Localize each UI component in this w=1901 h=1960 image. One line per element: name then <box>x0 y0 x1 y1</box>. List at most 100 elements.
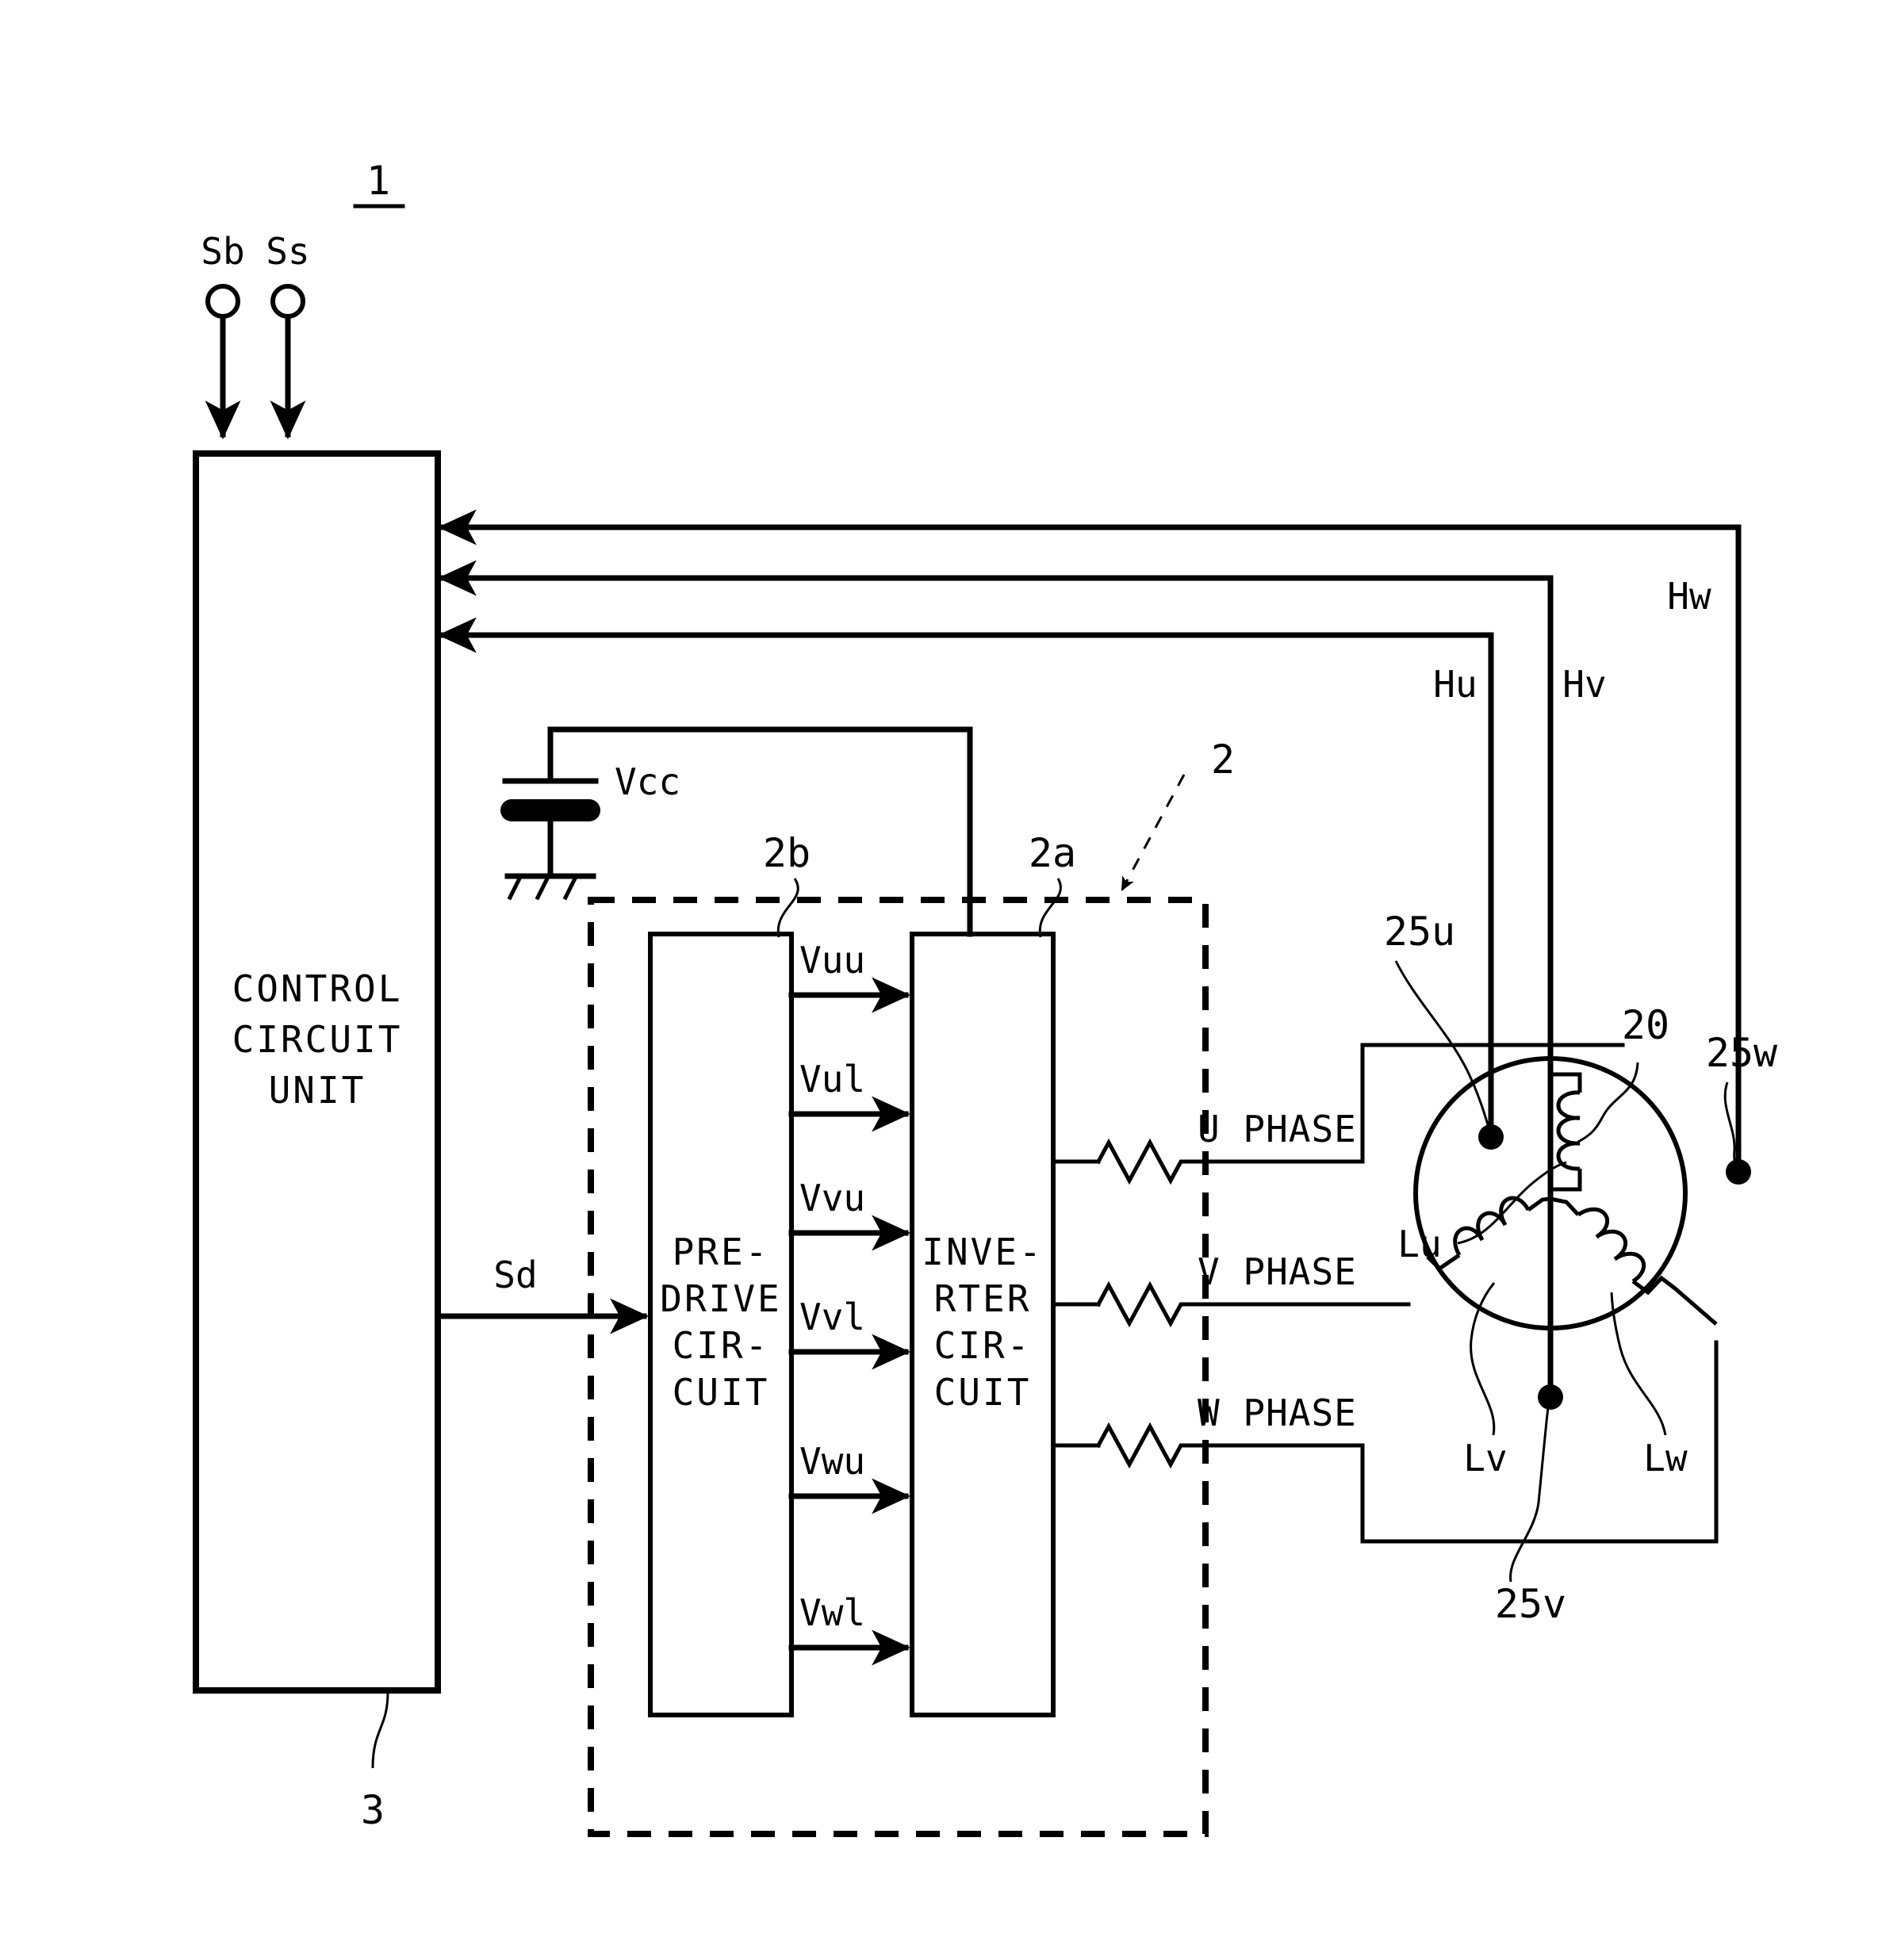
hall-v-signal-label: Hv <box>1562 663 1606 706</box>
predrive-line-2: DRIVE <box>660 1277 781 1320</box>
control-circuit-unit-line-2: CIRCUIT <box>232 1018 403 1061</box>
winding-label-lv-text: Lv <box>1463 1437 1507 1480</box>
ground-hatch-3-icon <box>562 875 578 901</box>
callout-20-leader <box>1577 1062 1639 1143</box>
v-phase-label: V PHASE <box>1198 1250 1357 1293</box>
input-terminal-ss-label: Ss <box>266 230 309 273</box>
predrive-circuit-block[interactable]: PRE- DRIVE CIR- CUIT <box>648 932 794 1717</box>
vcc-label: Vcc <box>615 760 680 803</box>
winding-label-lw-leader <box>1610 1292 1667 1436</box>
terminal-circle-icon[interactable] <box>205 284 240 319</box>
input-terminal-sb[interactable]: Sb <box>201 230 245 440</box>
predrive-line-4: CUIT <box>673 1371 770 1414</box>
winding-lu-lead-top <box>1548 1061 1582 1093</box>
callout-hall-u-ref-text: 25u <box>1384 909 1455 955</box>
callout-hall-w-ref-text: 25w <box>1706 1030 1778 1076</box>
figure-diagram: 1 Sb Ss CONTROL CIRCUIT UNIT 3 Hu Hv Hw … <box>0 0 1901 1960</box>
inverter-line-3: CIR- <box>934 1324 1032 1367</box>
hall-u-feedback-wire: Hu <box>437 617 1504 1150</box>
ground-hatch-2-icon <box>535 875 550 901</box>
predrive-line-1: PRE- <box>673 1231 770 1273</box>
u-phase-resistor-icon <box>1095 1138 1200 1185</box>
winding-lu-coil-icon <box>1556 1090 1581 1171</box>
callout-driver-unit-ref: 2 <box>1121 737 1235 891</box>
inverter-line-4: CUIT <box>934 1371 1032 1414</box>
callout-hall-w-leader <box>1723 1081 1738 1166</box>
callout-2-leader <box>1121 774 1186 891</box>
winding-lw-coil-icon <box>1577 1207 1646 1284</box>
callout-predrive-ref-text: 2b <box>763 830 811 876</box>
callout-predrive-ref: 2b <box>763 830 811 938</box>
winding-lu-lead-bottom <box>1548 1169 1582 1199</box>
gate-signal-vwu-label: Vwu <box>799 1440 865 1483</box>
w-phase-label: W PHASE <box>1198 1392 1357 1434</box>
driver-unit-enclosure <box>588 897 1209 1837</box>
winding-label-lw-text: Lw <box>1643 1437 1688 1480</box>
capacitor-bottom-plate-icon <box>500 799 600 821</box>
vcc-rail-wire <box>547 726 973 937</box>
callout-leader-line <box>371 1691 389 1769</box>
winding-lw-lead-inner <box>1550 1196 1580 1216</box>
callout-driver-unit-ref-text: 2 <box>1211 737 1235 783</box>
callout-control-unit-ref: 3 <box>361 1691 389 1833</box>
figure-number: 1 <box>353 158 405 209</box>
callout-2a-leader <box>1038 878 1062 938</box>
gate-signal-vuu-label: Vuu <box>799 939 865 982</box>
motor-symbol <box>1413 1056 1718 1330</box>
sd-signal-label: Sd <box>493 1254 537 1296</box>
inverter-line-1: INVE- <box>922 1231 1043 1273</box>
winding-lv-coil-icon <box>1453 1196 1531 1257</box>
callout-control-unit-ref-text: 3 <box>361 1787 385 1833</box>
control-circuit-unit-block[interactable]: CONTROL CIRCUIT UNIT <box>193 450 441 1694</box>
gate-signal-vvl: Vvl <box>788 1296 911 1370</box>
callout-motor-ref: 20 <box>1577 1002 1669 1143</box>
vcc-supply: Vcc <box>500 726 973 937</box>
callout-inverter-ref: 2a <box>1029 830 1076 938</box>
figure-number-text: 1 <box>366 158 390 204</box>
v-phase-output: V PHASE <box>1051 1250 1411 1328</box>
gate-signal-vul: Vul <box>788 1058 911 1132</box>
gate-signal-vwu: Vwu <box>788 1440 911 1514</box>
schematic-canvas: 1 Sb Ss CONTROL CIRCUIT UNIT 3 Hu Hv Hw … <box>193 158 1778 1837</box>
u-phase-label: U PHASE <box>1198 1108 1357 1150</box>
gate-signal-vwl: Vwl <box>788 1591 911 1666</box>
input-terminal-sb-label: Sb <box>201 230 244 273</box>
callout-hall-v-ref-text: 25v <box>1495 1581 1566 1627</box>
control-circuit-unit-line-1: CONTROL <box>232 967 403 1010</box>
hall-w-feedback-wire: Hw <box>437 509 1751 1185</box>
hall-u-signal-label: Hu <box>1433 663 1477 706</box>
callout-inverter-ref-text: 2a <box>1029 830 1076 876</box>
hall-u-node-dot <box>1478 1124 1504 1150</box>
w-phase-wire-seg-2 <box>1195 1340 1719 1544</box>
hall-v-wire-path <box>478 575 1554 1400</box>
hall-w-signal-label: Hw <box>1667 575 1711 618</box>
callout-2b-leader <box>776 878 799 938</box>
callout-hall-u-ref: 25u <box>1384 909 1491 1131</box>
winding-lw-lead-outer <box>1631 1275 1718 1326</box>
gate-signal-vul-label: Vul <box>799 1058 865 1101</box>
hall-v-node-dot <box>1538 1384 1563 1410</box>
gate-signal-vwl-label: Vwl <box>799 1591 865 1634</box>
inverter-circuit-block[interactable]: INVE- RTER CIR- CUIT <box>910 932 1056 1717</box>
inverter-line-2: RTER <box>934 1277 1032 1320</box>
gate-signal-vvl-label: Vvl <box>799 1296 865 1338</box>
callout-hall-v-leader <box>1509 1407 1550 1583</box>
control-circuit-unit-line-3: UNIT <box>269 1069 366 1112</box>
input-terminal-ss[interactable]: Ss <box>266 230 310 440</box>
driver-unit-dashed-box <box>588 897 1209 1837</box>
gate-signal-vvu: Vvu <box>788 1177 911 1251</box>
callout-hall-w-ref: 25w <box>1706 1030 1778 1166</box>
gate-signal-vvu-label: Vvu <box>799 1177 865 1219</box>
u-phase-output: U PHASE <box>1051 1043 1625 1185</box>
motor-neutral-node <box>1547 1196 1554 1202</box>
hall-u-wire-path <box>478 632 1494 1140</box>
sd-signal-wire: Sd <box>435 1254 650 1334</box>
gate-signal-vuu: Vuu <box>788 939 911 1013</box>
winding-label-lu-text: Lu <box>1397 1223 1441 1265</box>
v-phase-resistor-icon <box>1095 1281 1200 1328</box>
terminal-circle-icon[interactable] <box>270 284 305 319</box>
winding-lv-lead-inner <box>1527 1196 1551 1212</box>
callout-motor-ref-text: 20 <box>1622 1002 1669 1048</box>
w-phase-output: W PHASE <box>1051 1340 1719 1544</box>
predrive-line-3: CIR- <box>673 1324 770 1367</box>
